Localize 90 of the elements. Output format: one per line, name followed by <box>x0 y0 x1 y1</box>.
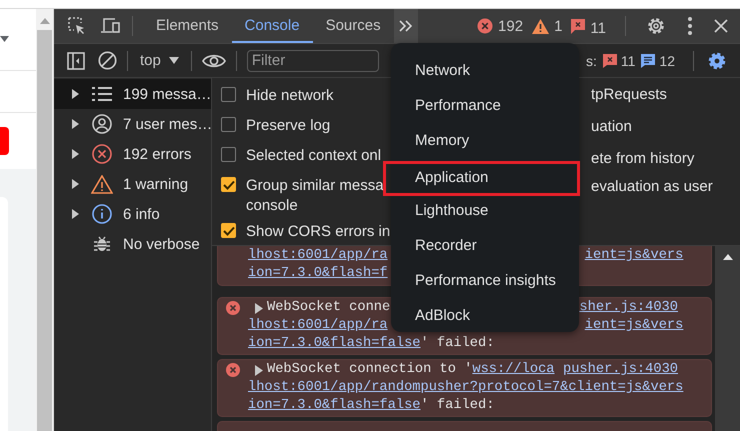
url-link[interactable]: lhost:6001/app/randompusher?protocol=7&client=js&vers <box>248 379 684 397</box>
checkbox[interactable] <box>221 177 236 192</box>
message-text: ' failed: <box>420 335 494 353</box>
message-icon <box>641 54 656 68</box>
sidebar-item[interactable]: 199 messa… <box>54 79 211 109</box>
error-icon <box>91 144 113 164</box>
setting-label: Group similar messa <box>246 176 384 196</box>
error-icon <box>477 18 494 34</box>
sidebar-item[interactable]: 7 user mes… <box>54 109 211 139</box>
sidebar-toggle-icon[interactable] <box>67 52 85 70</box>
error-icon <box>226 363 240 377</box>
warning-icon <box>532 18 550 34</box>
scroll-thumb[interactable] <box>37 30 52 431</box>
checkbox[interactable] <box>221 87 236 102</box>
expand-arrow-icon[interactable] <box>72 119 79 129</box>
panel-tab[interactable]: Sources <box>312 9 394 43</box>
caret-icon[interactable] <box>0 36 9 42</box>
list-icon <box>91 86 113 102</box>
bug-icon <box>91 235 113 253</box>
setting-label: Selected context onl <box>246 146 382 166</box>
close-icon[interactable] <box>714 19 728 33</box>
issue-count: 11 <box>590 18 606 36</box>
console-settings-icon[interactable] <box>707 50 727 70</box>
setting-label: tpRequests <box>591 85 668 105</box>
inspect-icon[interactable] <box>67 16 87 36</box>
clear-console-icon[interactable] <box>98 51 117 70</box>
panel-tab[interactable]: Elements <box>143 9 232 43</box>
checkbox[interactable] <box>221 223 236 238</box>
issue-error-count[interactable]: 11 <box>620 52 636 68</box>
checkbox[interactable] <box>221 147 236 162</box>
menu-item[interactable]: Application <box>383 161 580 196</box>
device-icon[interactable] <box>100 16 122 36</box>
page-scrollbar[interactable] <box>36 9 54 431</box>
message-text: ' failed: <box>420 397 494 415</box>
source-link[interactable]: pusher.js:4030 <box>563 361 678 379</box>
warning-count: 1 <box>554 18 562 34</box>
message-text: WebSocket conne <box>267 299 390 317</box>
sidebar-item[interactable]: No verbose <box>54 229 211 259</box>
expand-arrow-icon[interactable] <box>72 149 79 159</box>
console-scrollbar[interactable] <box>715 246 740 431</box>
expand-arrow-icon[interactable] <box>255 303 263 314</box>
filter-field[interactable]: Filter <box>246 50 379 72</box>
issue-message-count[interactable]: 12 <box>659 52 675 68</box>
menu-item[interactable]: Network <box>391 56 579 91</box>
chevrons-icon[interactable] <box>398 20 413 32</box>
checkbox[interactable] <box>221 117 236 132</box>
settings-icon[interactable] <box>646 16 666 36</box>
expand-arrow-icon[interactable] <box>72 209 79 219</box>
user-icon <box>91 114 113 134</box>
menu-item[interactable]: Performance insights <box>391 266 579 301</box>
context-dropdown[interactable]: top <box>138 52 181 69</box>
sidebar-item[interactable]: 1 warning <box>54 169 211 199</box>
expand-arrow-icon[interactable] <box>72 179 79 189</box>
source-link[interactable]: sher.js:4030 <box>579 299 678 317</box>
setting-label: ete from history <box>591 149 696 169</box>
url-link[interactable]: ion=7.3.0&flash=false <box>248 335 420 353</box>
menu-item[interactable]: Memory <box>391 126 579 161</box>
issue-icon <box>602 54 617 68</box>
url-link[interactable]: ient=js&vers <box>584 317 684 335</box>
page-button[interactable] <box>0 127 9 155</box>
warning-icon <box>91 174 113 194</box>
issues-label: s: <box>586 52 597 68</box>
menu-item[interactable]: AdBlock <box>391 301 579 336</box>
eye-icon[interactable] <box>202 54 226 68</box>
expand-arrow-icon[interactable] <box>255 365 263 376</box>
menu-item[interactable]: Recorder <box>391 231 579 266</box>
info-icon <box>91 204 113 224</box>
issue-icon <box>571 18 586 34</box>
sidebar-item[interactable]: 192 errors <box>54 139 211 169</box>
url-link[interactable]: wss://loca <box>472 361 554 379</box>
error-icon <box>226 301 240 315</box>
message-text: WebSocket connection to ' <box>267 361 472 379</box>
more-options-icon[interactable] <box>688 17 692 35</box>
menu-item[interactable]: Performance <box>391 91 579 126</box>
expand-arrow-icon[interactable] <box>72 89 79 99</box>
url-link[interactable]: ion=7.3.0&flash=f <box>248 265 388 283</box>
setting-label: uation <box>591 117 633 137</box>
url-link[interactable]: ient=js&vers <box>584 247 684 265</box>
url-link[interactable]: ion=7.3.0&flash=false <box>248 397 420 415</box>
error-count: 192 <box>498 18 524 34</box>
setting-label: console <box>246 196 299 216</box>
menu-item[interactable]: Lighthouse <box>391 196 579 231</box>
setting-label: Hide network <box>246 86 334 106</box>
more-tabs-button[interactable] <box>394 9 418 43</box>
caret-icon[interactable] <box>168 57 179 64</box>
sidebar-item[interactable]: 6 info <box>54 199 211 229</box>
setting-label: Show CORS errors in <box>246 222 390 242</box>
setting-label: evaluation as user <box>591 177 713 197</box>
scroll-up-icon[interactable] <box>722 254 732 260</box>
setting-label: Preserve log <box>246 116 330 136</box>
